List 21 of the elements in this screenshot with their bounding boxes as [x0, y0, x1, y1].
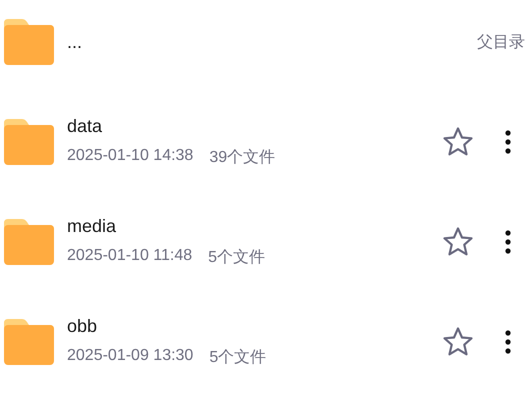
star-icon[interactable] — [442, 226, 474, 258]
more-icon[interactable] — [504, 230, 512, 254]
star-icon[interactable] — [442, 126, 474, 158]
more-icon[interactable] — [504, 130, 512, 154]
folder-icon — [4, 319, 54, 365]
folder-name: media — [67, 216, 118, 237]
modified-date: 2025-01-09 13:30 — [67, 347, 194, 366]
file-count: 39个文件 — [209, 148, 276, 168]
star-icon[interactable] — [442, 326, 474, 358]
folder-name: obb — [67, 316, 98, 337]
modified-date: 2025-01-10 14:38 — [67, 147, 194, 166]
folder-icon — [4, 119, 54, 165]
modified-date: 2025-01-10 11:48 — [67, 247, 192, 266]
folder-name: ... — [67, 32, 84, 52]
folder-icon — [4, 219, 54, 265]
parent-directory-link[interactable]: 父目录 — [477, 32, 525, 52]
file-count: 5个文件 — [208, 248, 266, 268]
folder-icon — [4, 19, 54, 65]
file-count: 5个文件 — [209, 348, 266, 368]
folder-name: data — [67, 116, 104, 137]
more-icon[interactable] — [504, 330, 512, 354]
